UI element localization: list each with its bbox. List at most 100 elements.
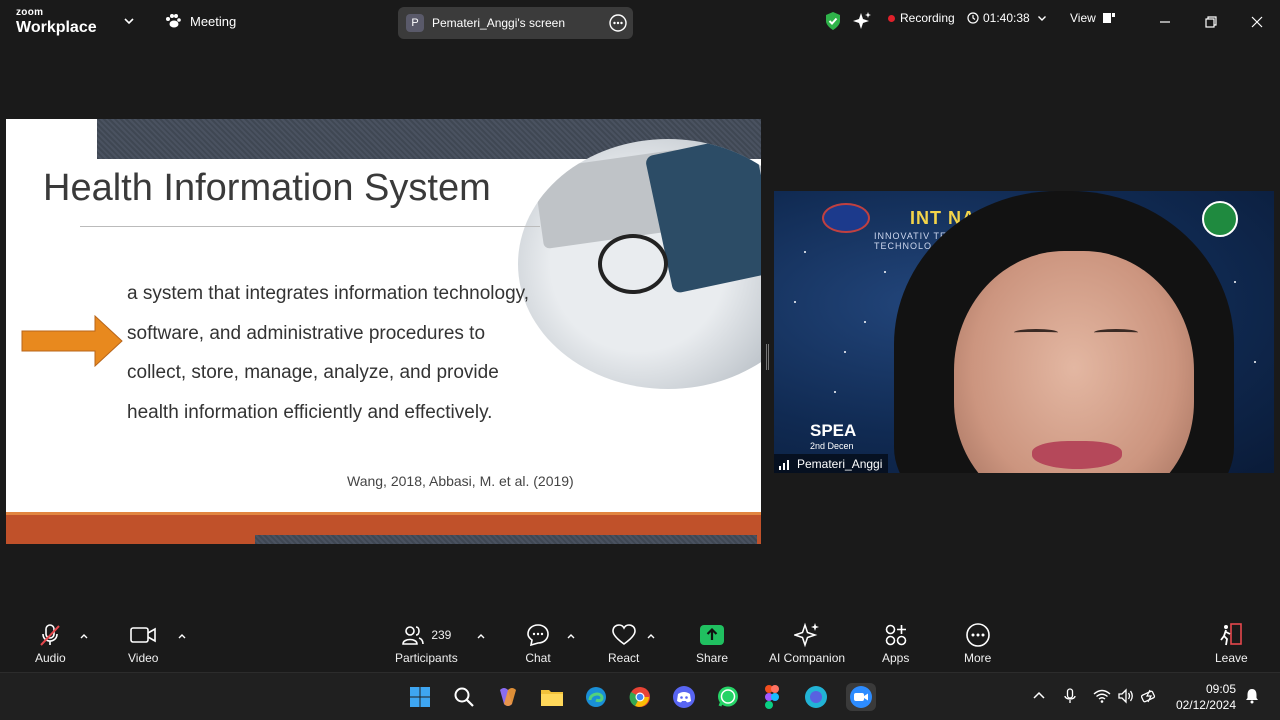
clock-icon [967, 12, 979, 24]
share-screen-icon [700, 625, 725, 645]
participants-button[interactable]: 239 Participants [395, 621, 458, 665]
more-options-icon[interactable] [609, 14, 627, 32]
slide-body: a system that integrates information tec… [127, 274, 529, 432]
stethoscope-image [598, 234, 668, 294]
react-label: React [608, 651, 640, 665]
brand-small: zoom [16, 7, 44, 18]
speaker-eye [1094, 329, 1138, 336]
apps-label: Apps [882, 651, 910, 665]
more-icon [965, 623, 990, 647]
more-label: More [964, 651, 992, 665]
leave-label: Leave [1215, 651, 1248, 665]
audio-label: Audio [35, 651, 66, 665]
wifi-icon[interactable] [1093, 687, 1111, 705]
audio-options-caret[interactable] [79, 631, 89, 641]
speaker-face [954, 251, 1194, 473]
chat-label: Chat [525, 651, 551, 665]
battery-charging-icon[interactable] [1141, 687, 1159, 705]
audio-button[interactable]: Audio [35, 621, 66, 665]
speaker-mouth [1032, 441, 1122, 469]
ai-companion-icon [794, 622, 820, 648]
share-label: Share [696, 651, 729, 665]
windows-start-icon[interactable] [406, 683, 434, 711]
chevron-down-icon [1037, 16, 1046, 21]
shield-check-icon[interactable] [824, 11, 842, 31]
taskbar-clock[interactable]: 09:05 02/12/2024 [1176, 681, 1236, 713]
arrow-right-icon [21, 315, 123, 367]
participants-icon [402, 626, 425, 645]
slide-footer-bar [255, 535, 757, 544]
microphone-icon[interactable] [1061, 687, 1079, 705]
participant-name: Pemateri_Anggi [797, 456, 883, 471]
split-view-handle[interactable] [766, 344, 769, 370]
zoom-workplace-logo[interactable]: zoom Workplace [16, 8, 97, 36]
speaker-icon[interactable] [1117, 687, 1135, 705]
windows-taskbar: 09:05 02/12/2024 [0, 672, 1280, 720]
participants-count: 239 [431, 628, 452, 642]
figma-icon[interactable] [758, 683, 786, 711]
discord-icon[interactable] [670, 683, 698, 711]
clock-time: 09:05 [1205, 682, 1236, 696]
view-label: View [1070, 11, 1096, 25]
close-icon[interactable] [1247, 12, 1267, 32]
ai-sparkle-icon[interactable] [852, 11, 872, 31]
medical-tech-photo [518, 139, 761, 389]
slide-citation: Wang, 2018, Abbasi, M. et al. (2019) [347, 473, 574, 489]
copilot-icon[interactable] [494, 683, 522, 711]
slide-title: Health Information System [43, 167, 491, 209]
participant-video[interactable]: INT NAR INNOVATIV TEGRATING TECHNOLO H S… [774, 191, 1274, 473]
edge-browser-icon[interactable] [582, 683, 610, 711]
body-line: health information efficiently and effec… [127, 401, 493, 423]
video-options-caret[interactable] [177, 631, 187, 641]
notification-bell-icon[interactable] [1243, 687, 1261, 705]
presenter-avatar: P [406, 14, 424, 32]
brand-large: Workplace [16, 19, 97, 36]
chat-options-caret[interactable] [566, 631, 576, 641]
background-speaker-text: SPEA [810, 421, 857, 440]
signal-bars-icon [779, 459, 789, 470]
zoom-app-icon[interactable] [846, 683, 876, 711]
restore-icon[interactable] [1201, 12, 1221, 32]
chevron-down-icon[interactable] [122, 14, 136, 28]
recording-indicator[interactable]: Recording [888, 11, 955, 25]
chevron-up-icon[interactable] [1030, 687, 1048, 705]
video-camera-icon [130, 627, 157, 643]
timer-value: 01:40:38 [983, 11, 1030, 25]
view-button[interactable]: View [1070, 11, 1116, 25]
meeting-timer[interactable]: 01:40:38 [967, 11, 1048, 25]
shared-screen-title: Pemateri_Anggi's screen [432, 16, 566, 30]
leave-button[interactable]: Leave [1215, 621, 1248, 665]
organizer-logo [822, 203, 870, 233]
chat-button[interactable]: Chat [525, 621, 551, 665]
whatsapp-icon[interactable] [714, 683, 742, 711]
more-button[interactable]: More [964, 621, 991, 665]
video-button[interactable]: Video [128, 621, 158, 665]
body-line: a system that integrates information tec… [127, 283, 530, 304]
share-button[interactable]: Share [696, 621, 728, 665]
background-date-text: 2nd Decen [810, 441, 854, 451]
partner-logo [1202, 201, 1238, 237]
leave-door-icon [1220, 623, 1243, 646]
react-button[interactable]: React [608, 621, 639, 665]
video-label: Video [128, 651, 159, 665]
meeting-stage: Health Information System a system that … [0, 44, 1280, 613]
mic-muted-icon [40, 624, 61, 646]
shared-slide: Health Information System a system that … [6, 119, 761, 544]
participants-label: Participants [395, 651, 458, 665]
body-line: collect, store, manage, analyze, and pro… [127, 362, 499, 383]
apps-button[interactable]: Apps [882, 621, 909, 665]
canva-icon[interactable] [802, 683, 830, 711]
file-explorer-icon[interactable] [538, 683, 566, 711]
react-options-caret[interactable] [646, 631, 656, 641]
minimize-icon[interactable] [1155, 12, 1175, 32]
clock-date: 02/12/2024 [1175, 698, 1236, 712]
ai-companion-button[interactable]: AI Companion [769, 621, 845, 665]
chrome-icon[interactable] [626, 683, 654, 711]
apps-icon [885, 624, 906, 646]
search-icon[interactable] [450, 683, 478, 711]
title-bar: zoom Workplace Meeting P Pemateri_Anggi'… [0, 0, 1280, 44]
participants-options-caret[interactable] [476, 631, 486, 641]
meeting-tab[interactable]: Meeting [164, 13, 236, 29]
chat-icon [527, 624, 549, 647]
shared-screen-pill[interactable]: P Pemateri_Anggi's screen [398, 7, 633, 39]
